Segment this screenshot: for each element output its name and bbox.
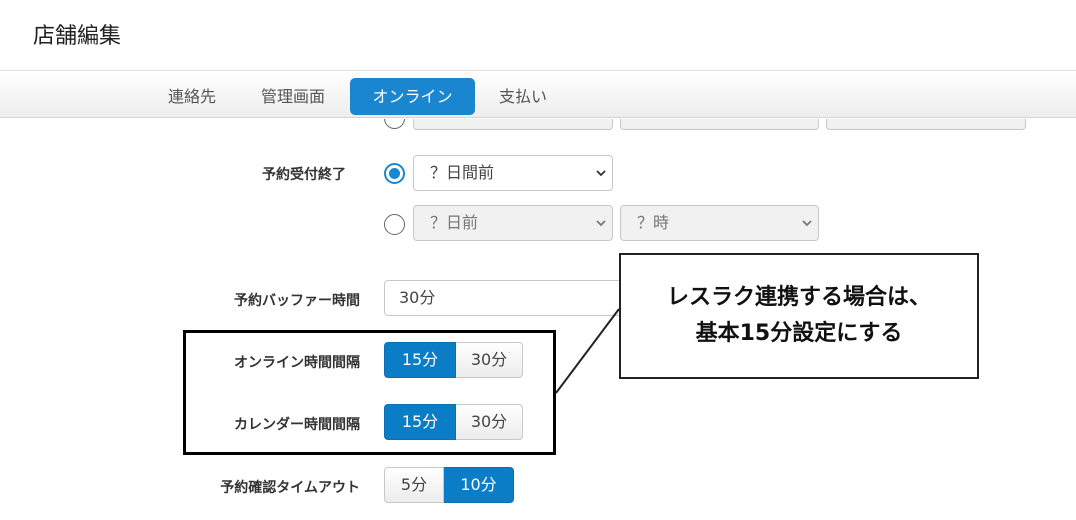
chevron-down-icon xyxy=(596,170,606,177)
select-value: ？日間前 xyxy=(430,163,495,182)
tab-payment[interactable]: 支払い xyxy=(484,78,562,115)
select-value: ？日前 xyxy=(430,213,479,232)
tab-bar: 連絡先 管理画面 オンライン 支払い xyxy=(0,70,1076,118)
callout-line-1: レスラク連携する場合は、 xyxy=(666,285,931,310)
reservation-end-radio-days-before[interactable] xyxy=(384,163,405,184)
confirm-timeout-buttons: 5分 10分 xyxy=(384,467,514,503)
partial-select-3[interactable] xyxy=(826,119,1026,130)
annotation-highlight-box xyxy=(183,330,556,455)
partial-radio[interactable] xyxy=(384,119,405,129)
online-settings-form: 予約受付終了 ？日間前 ？日前 ？時 予約バッファー時間 30分 オンライン時間… xyxy=(0,119,1076,520)
buffer-label: 予約バッファー時間 xyxy=(234,293,360,309)
reservation-end-radio-day-time[interactable] xyxy=(384,214,405,235)
buffer-input[interactable]: 30分 xyxy=(384,280,634,316)
confirm-timeout-10-button[interactable]: 10分 xyxy=(444,467,514,503)
tab-admin-screen[interactable]: 管理画面 xyxy=(247,78,339,115)
tab-contact[interactable]: 連絡先 xyxy=(152,78,232,115)
page-title: 店舗編集 xyxy=(33,24,122,49)
annotation-callout: レスラク連携する場合は、 基本15分設定にする xyxy=(619,253,979,379)
chevron-down-icon xyxy=(802,220,812,227)
reservation-end-label: 予約受付終了 xyxy=(262,167,346,183)
reservation-end-day-select[interactable]: ？日前 xyxy=(413,205,613,241)
reservation-end-days-before-select[interactable]: ？日間前 xyxy=(413,155,613,191)
select-value: ？時 xyxy=(637,213,670,232)
chevron-down-icon xyxy=(596,220,606,227)
confirm-timeout-label: 予約確認タイムアウト xyxy=(220,480,360,496)
confirm-timeout-5-button[interactable]: 5分 xyxy=(384,467,444,503)
tab-online[interactable]: オンライン xyxy=(350,78,475,115)
partial-select-1[interactable] xyxy=(413,119,613,130)
reservation-end-time-select[interactable]: ？時 xyxy=(620,205,819,241)
partial-select-2[interactable] xyxy=(620,119,819,130)
callout-line-2: 基本15分設定にする xyxy=(695,321,903,346)
